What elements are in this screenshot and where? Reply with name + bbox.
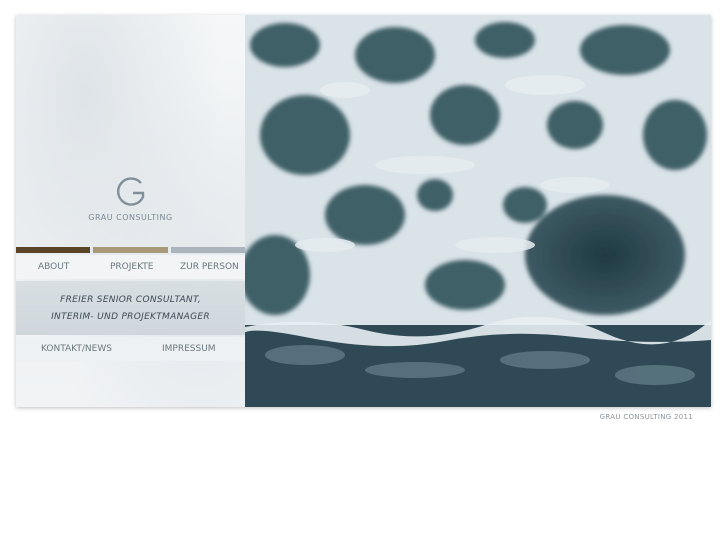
brand-name: GRAU CONSULTING	[88, 213, 173, 222]
nav-zur-person[interactable]: ZUR PERSON	[180, 262, 239, 272]
bottom-nav: KONTAKT/NEWS IMPRESSUM	[16, 337, 245, 361]
color-bar-tan	[93, 247, 168, 253]
site-frame: GRAU CONSULTING ABOUT PROJEKTE ZUR PERSO…	[16, 15, 711, 407]
nav-kontakt-news[interactable]: KONTAKT/NEWS	[41, 344, 112, 354]
left-panel: GRAU CONSULTING ABOUT PROJEKTE ZUR PERSO…	[16, 15, 245, 407]
nav-projekte[interactable]: PROJEKTE	[110, 262, 154, 272]
tagline-box: FREIER SENIOR CONSULTANT, INTERIM- UND P…	[16, 281, 245, 335]
nav-impressum[interactable]: IMPRESSUM	[162, 344, 216, 354]
ocean-foam-image	[240, 15, 711, 407]
logo-g-mark	[116, 177, 144, 206]
logo-icon[interactable]	[16, 173, 245, 217]
nav-about[interactable]: ABOUT	[38, 262, 69, 272]
ocean-foam-illustration	[240, 15, 711, 407]
tagline-line2: INTERIM- UND PROJEKTMANAGER	[51, 312, 210, 322]
footer-copyright: GRAU CONSULTING 2011	[599, 413, 693, 421]
top-nav: ABOUT PROJEKTE ZUR PERSON	[16, 255, 245, 279]
color-bar-brown	[16, 247, 90, 253]
color-bar-grey	[171, 247, 245, 253]
tagline-line1: FREIER SENIOR CONSULTANT,	[60, 295, 201, 305]
